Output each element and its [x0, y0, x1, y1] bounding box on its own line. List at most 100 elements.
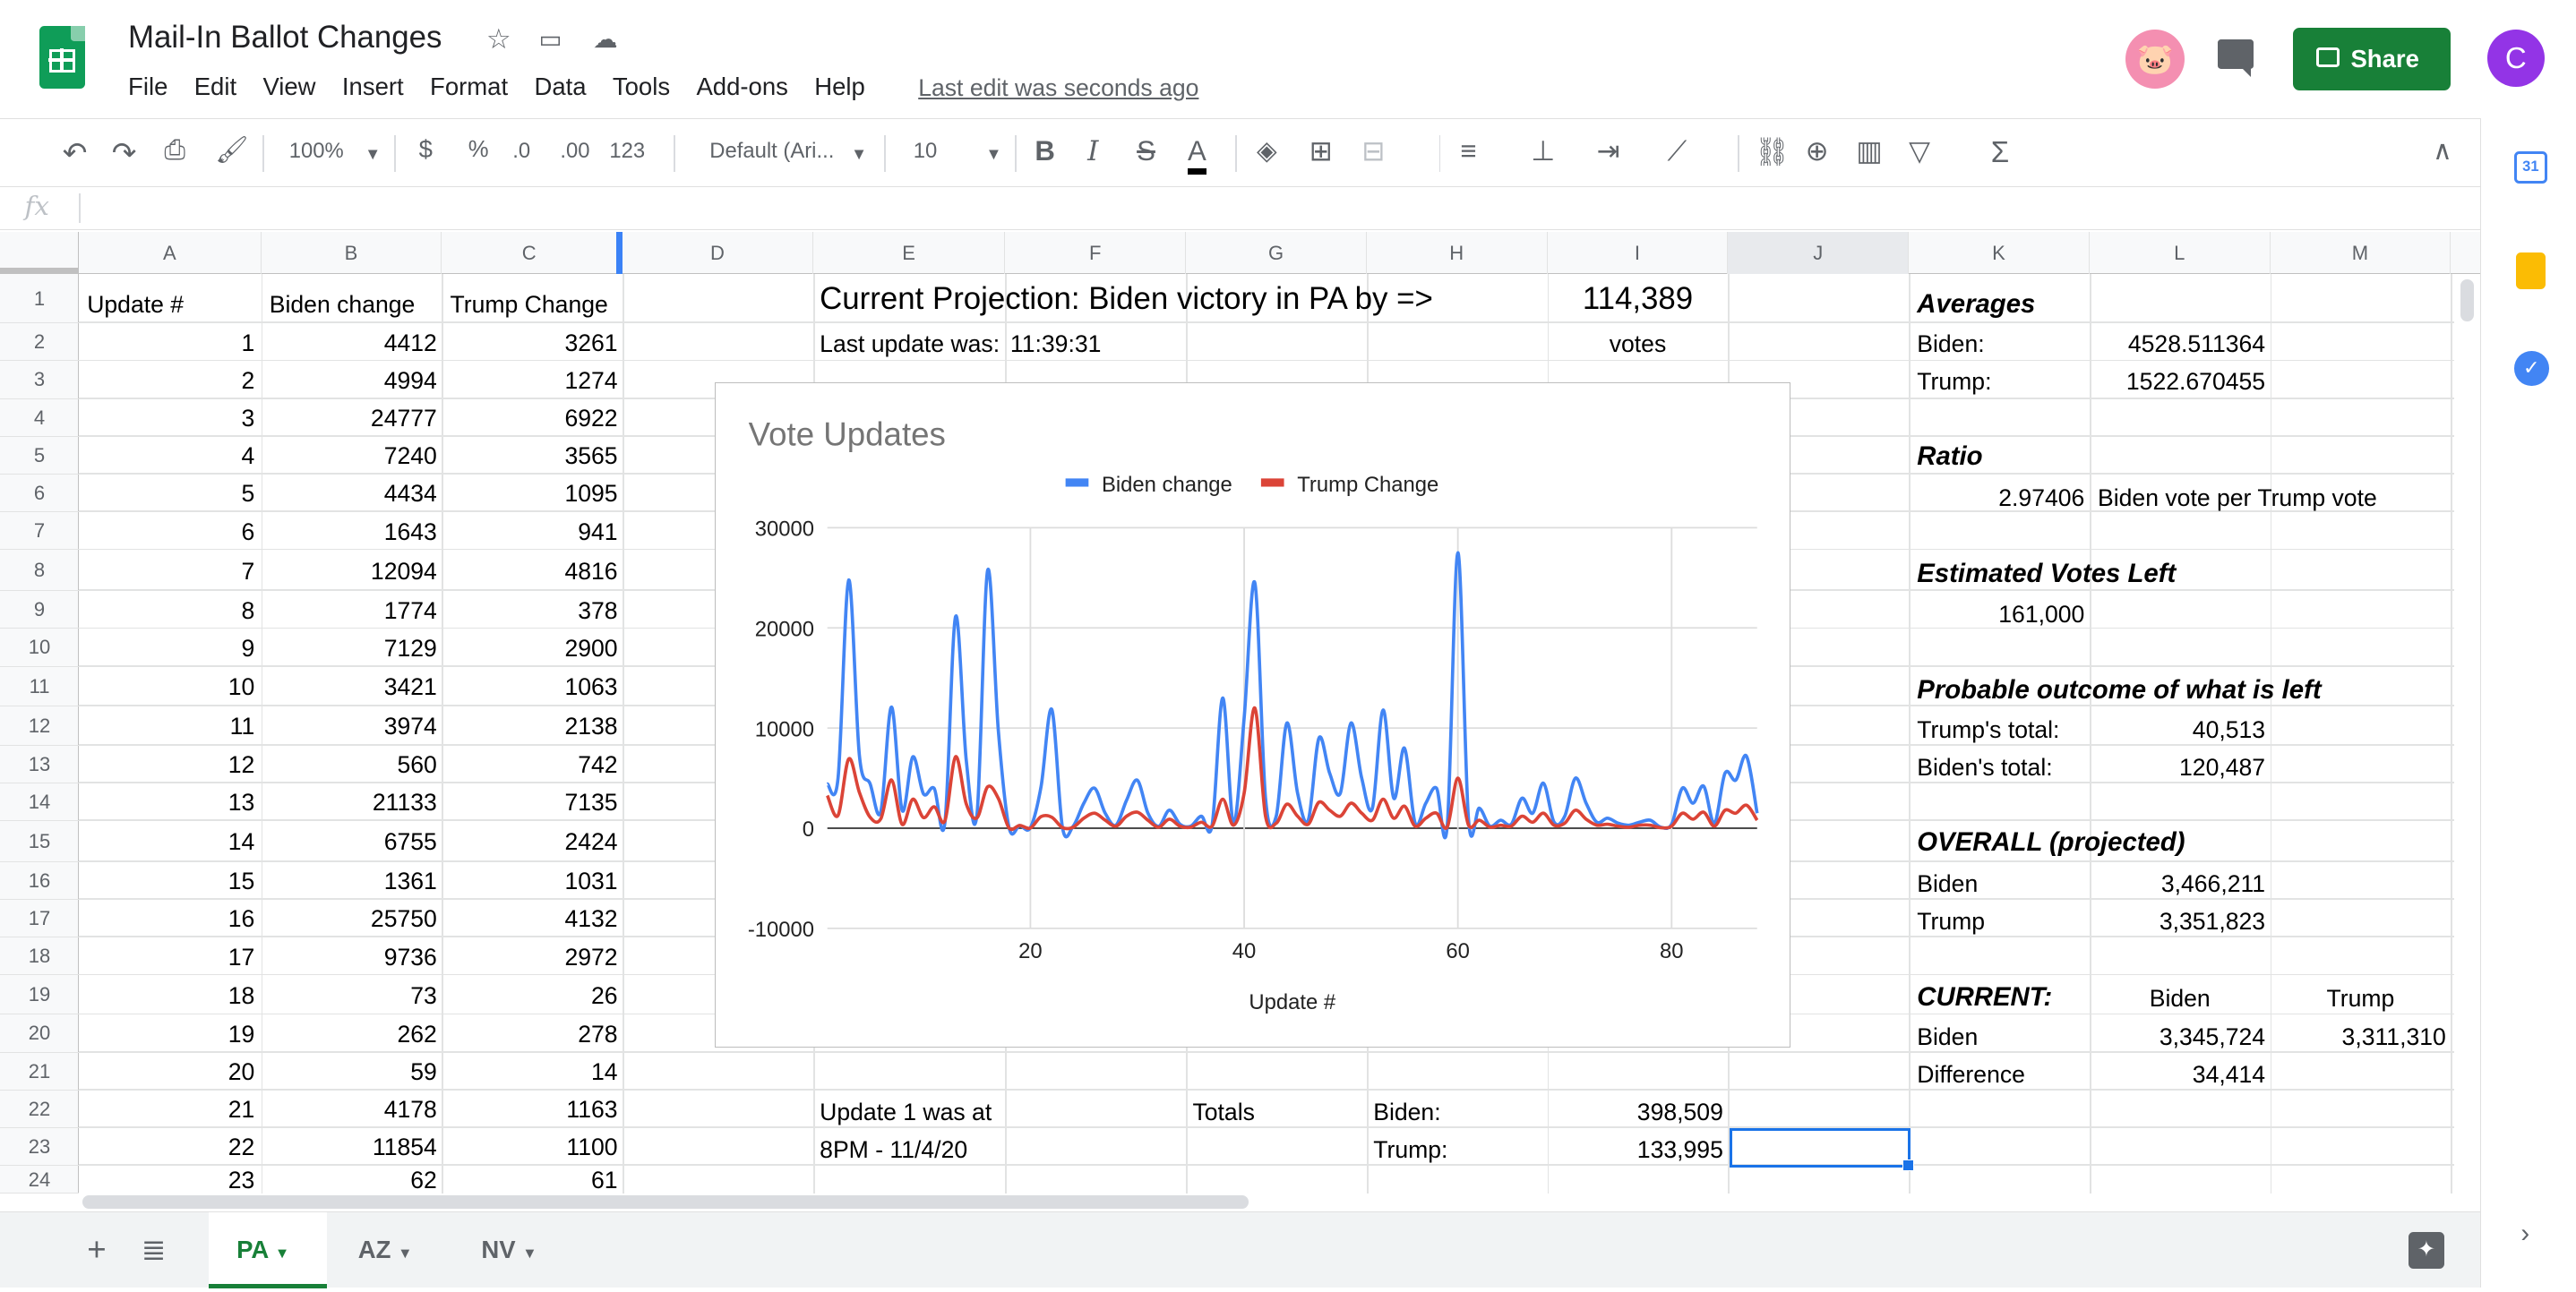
horizontal-scrollbar[interactable]: [82, 1195, 1249, 1209]
series-line-biden[interactable]: [825, 551, 1759, 840]
vertical-scrollbar[interactable]: [2460, 278, 2474, 322]
menu-addons[interactable]: Add-ons: [696, 73, 787, 101]
cell-a1[interactable]: Update #: [87, 291, 184, 319]
row-header-16[interactable]: 16: [0, 862, 80, 900]
trumps-total-value[interactable]: 40,513: [2090, 716, 2265, 744]
add-sheet-icon[interactable]: +: [87, 1212, 106, 1288]
cell-c7[interactable]: 941: [442, 518, 617, 546]
row-header-9[interactable]: 9: [0, 591, 80, 629]
selected-cell-j23[interactable]: [1730, 1127, 1911, 1168]
trumps-total-label[interactable]: Trump's total:: [1917, 716, 2059, 744]
row-header-22[interactable]: 22: [0, 1091, 80, 1128]
menu-insert[interactable]: Insert: [342, 73, 404, 101]
current-biden-header[interactable]: Biden: [2090, 985, 2271, 1013]
redo-icon[interactable]: ↷: [112, 135, 137, 170]
cell-b13[interactable]: 560: [262, 751, 436, 779]
ratio-value[interactable]: 2.97406: [1909, 484, 2084, 512]
row-header-6[interactable]: 6: [0, 475, 80, 513]
column-header-k[interactable]: K: [1909, 231, 2090, 275]
cell-a19[interactable]: 18: [79, 982, 255, 1010]
select-all-corner[interactable]: [0, 231, 80, 275]
column-header-j[interactable]: J: [1728, 231, 1910, 275]
cell-a5[interactable]: 4: [79, 442, 254, 470]
row-header-24[interactable]: 24: [0, 1166, 80, 1194]
tasks-icon[interactable]: ✓: [2514, 351, 2549, 386]
cell-b15[interactable]: 6755: [262, 828, 437, 856]
update1-label[interactable]: Update 1 was at: [820, 1099, 992, 1126]
star-icon[interactable]: ☆: [486, 23, 511, 56]
cell-c17[interactable]: 4132: [442, 905, 617, 933]
column-header-i[interactable]: I: [1548, 231, 1729, 275]
estimated-votes-left-value[interactable]: 161,000: [1909, 601, 2084, 629]
row-header-2[interactable]: 2: [0, 323, 80, 362]
row-header-8[interactable]: 8: [0, 550, 80, 592]
column-header-g[interactable]: G: [1186, 231, 1367, 275]
bold-button[interactable]: B: [1035, 135, 1055, 167]
cell-b7[interactable]: 1643: [262, 518, 437, 546]
menu-tools[interactable]: Tools: [613, 73, 670, 101]
filter-icon[interactable]: ▽: [1909, 135, 1930, 167]
expand-panel-icon[interactable]: ›: [2520, 1219, 2529, 1249]
cell-b20[interactable]: 262: [262, 1021, 436, 1048]
cell-c19[interactable]: 26: [442, 982, 618, 1010]
vertical-align-icon[interactable]: ⊥: [1531, 135, 1555, 167]
cell-b8[interactable]: 12094: [262, 558, 437, 586]
cell-a2[interactable]: 1: [79, 329, 254, 357]
cell-c24[interactable]: 61: [442, 1167, 618, 1194]
column-header-f[interactable]: F: [1005, 231, 1187, 275]
cell-c22[interactable]: 1163: [442, 1096, 617, 1124]
cell-a6[interactable]: 5: [79, 480, 254, 508]
row-header-21[interactable]: 21: [0, 1053, 80, 1091]
cell-b5[interactable]: 7240: [262, 442, 437, 470]
estimated-votes-left-heading[interactable]: Estimated Votes Left: [1917, 559, 2176, 589]
biden-total-label[interactable]: Biden:: [1373, 1099, 1440, 1126]
cell-c5[interactable]: 3565: [442, 442, 617, 470]
fill-color-icon[interactable]: ◈: [1257, 135, 1277, 167]
row-header-19[interactable]: 19: [0, 975, 80, 1015]
bidens-total-value[interactable]: 120,487: [2090, 754, 2265, 782]
cell-b6[interactable]: 4434: [262, 480, 437, 508]
cell-a13[interactable]: 12: [79, 751, 255, 779]
insert-comment-icon[interactable]: ⊕: [1806, 135, 1829, 167]
cell-a10[interactable]: 9: [79, 635, 254, 663]
vote-updates-chart[interactable]: Vote Updates Biden change Trump Change -…: [714, 382, 1791, 1048]
calendar-icon[interactable]: 31: [2514, 150, 2547, 184]
text-wrapping-icon[interactable]: ⇥: [1597, 135, 1620, 167]
cell-b17[interactable]: 25750: [262, 905, 437, 933]
user-avatar[interactable]: C: [2486, 30, 2545, 88]
cell-a23[interactable]: 22: [79, 1134, 255, 1161]
cell-c8[interactable]: 4816: [442, 558, 617, 586]
chevron-down-icon[interactable]: ▼: [851, 144, 867, 164]
ratio-description[interactable]: Biden vote per Trump vote: [2098, 484, 2377, 512]
cell-b14[interactable]: 21133: [262, 789, 437, 817]
functions-button[interactable]: Σ: [1991, 135, 2009, 169]
difference-value[interactable]: 34,414: [2090, 1061, 2265, 1089]
increase-decimal-button[interactable]: .00: [560, 139, 589, 164]
cell-c11[interactable]: 1063: [442, 673, 617, 701]
cell-a11[interactable]: 10: [79, 673, 255, 701]
row-header-14[interactable]: 14: [0, 783, 80, 821]
overall-biden-value[interactable]: 3,466,211: [2090, 870, 2265, 898]
projection-value[interactable]: 114,389: [1548, 281, 1729, 317]
font-select[interactable]: Default (Ari...: [709, 139, 834, 164]
overall-trump-label[interactable]: Trump: [1917, 908, 1985, 936]
column-header-b[interactable]: B: [262, 231, 442, 275]
text-color-button[interactable]: A: [1187, 135, 1206, 175]
cell-b9[interactable]: 1774: [262, 597, 437, 625]
cell-a7[interactable]: 6: [79, 518, 254, 546]
cell-b2[interactable]: 4412: [262, 329, 437, 357]
strikethrough-button[interactable]: S: [1137, 135, 1155, 167]
bidens-total-label[interactable]: Biden's total:: [1917, 754, 2052, 782]
column-header-d[interactable]: D: [623, 231, 813, 275]
cell-c4[interactable]: 6922: [442, 405, 617, 432]
cell-a20[interactable]: 19: [79, 1021, 255, 1048]
column-header-e[interactable]: E: [813, 231, 1006, 275]
cell-c23[interactable]: 1100: [442, 1134, 617, 1161]
cell-a21[interactable]: 20: [79, 1058, 255, 1086]
ratio-heading[interactable]: Ratio: [1917, 441, 1982, 472]
cell-a16[interactable]: 15: [79, 868, 255, 895]
cell-b16[interactable]: 1361: [262, 868, 437, 895]
overall-trump-value[interactable]: 3,351,823: [2090, 908, 2265, 936]
cell-b21[interactable]: 59: [262, 1058, 437, 1086]
update1-time[interactable]: 8PM - 11/4/20: [820, 1136, 967, 1164]
